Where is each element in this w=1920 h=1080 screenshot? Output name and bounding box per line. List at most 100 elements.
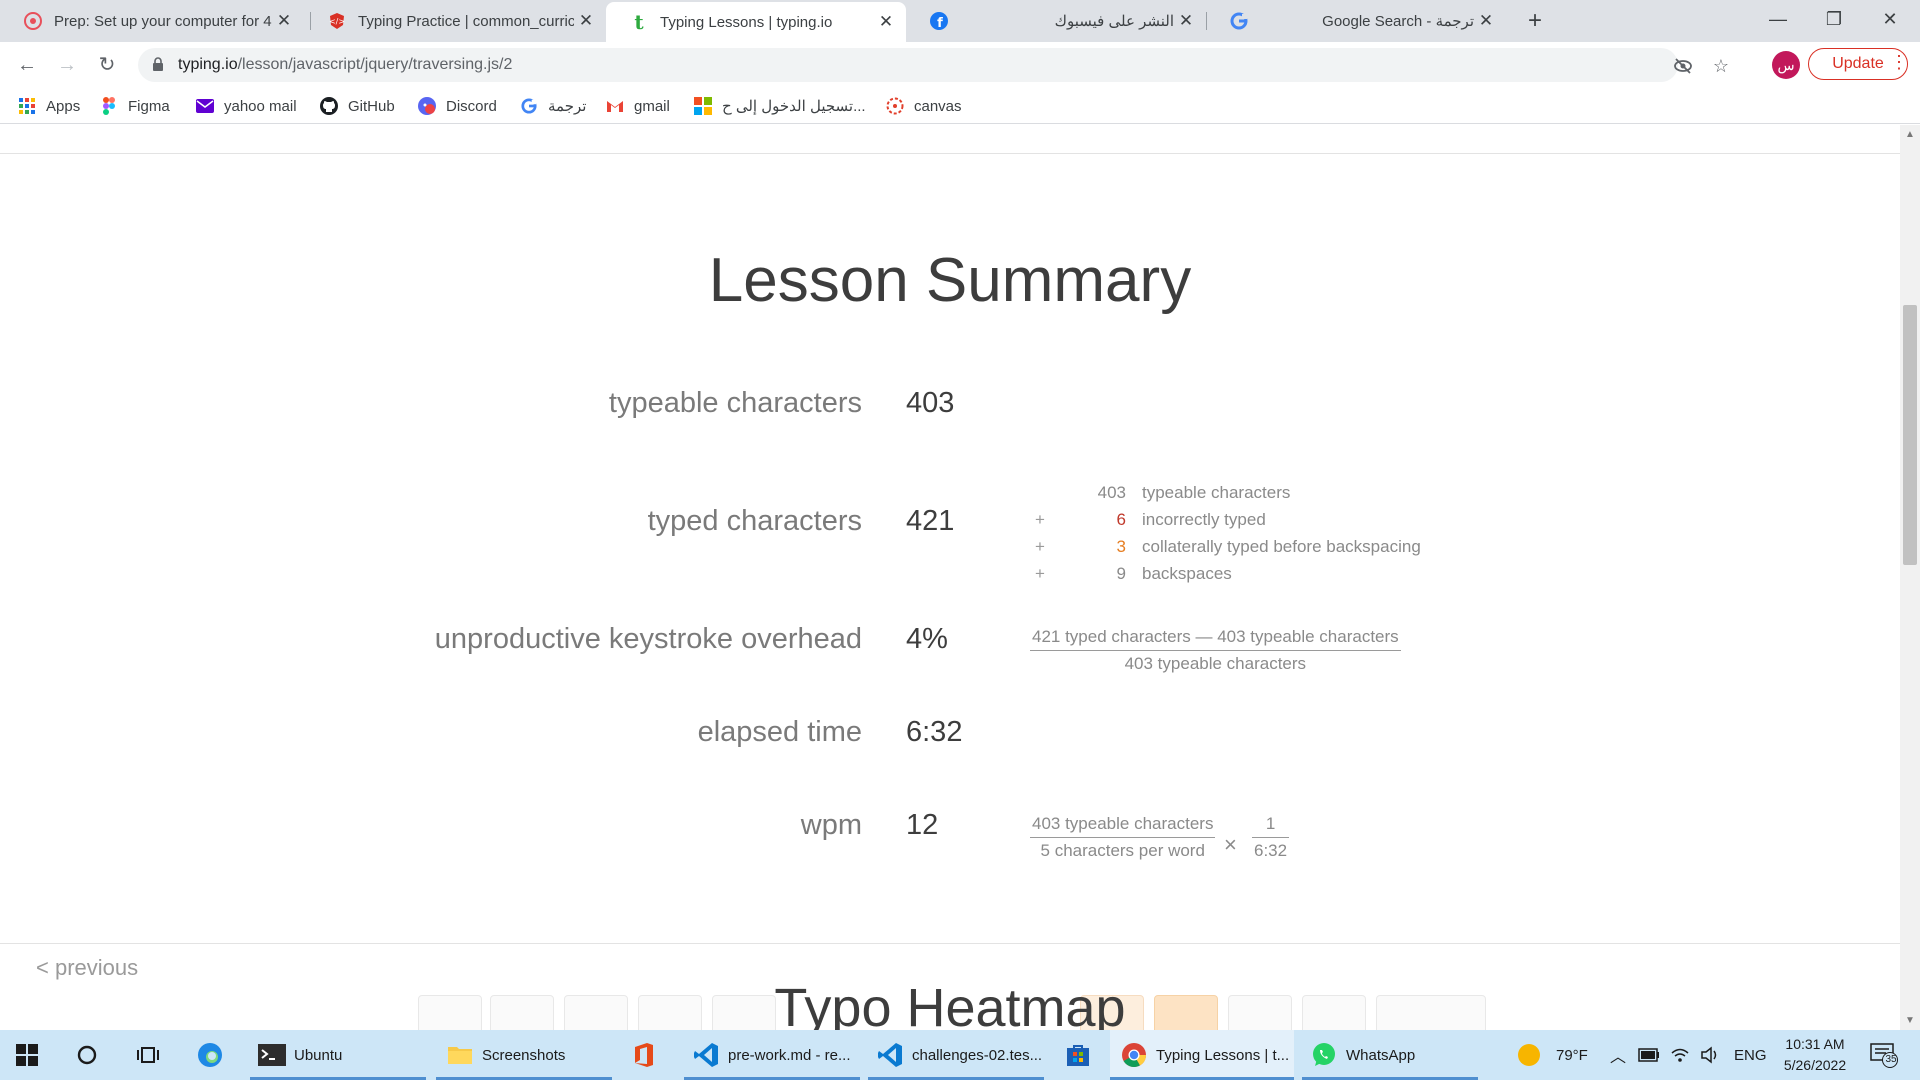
reload-button[interactable]: ↻	[92, 50, 122, 80]
bookmark-microsoft-login[interactable]: تسجيل الدخول إلى ح...	[694, 94, 866, 118]
taskbar-chrome-typing[interactable]: Typing Lessons | t...	[1110, 1030, 1294, 1080]
minimize-button[interactable]: —	[1750, 0, 1806, 42]
close-tab-icon[interactable]: ✕	[874, 12, 898, 32]
bookmark-github[interactable]: GitHub	[320, 94, 395, 118]
clock-time: 10:31 AM	[1785, 1036, 1845, 1052]
taskbar-clock[interactable]: 10:31 AM 5/26/2022	[1770, 1034, 1860, 1076]
tab-title: Google Search - ترجمة	[1322, 13, 1474, 30]
wpm-formula-fraction-2: 1 6:32	[1252, 814, 1290, 861]
notification-center-button[interactable]: 35	[1870, 1030, 1898, 1080]
taskbar-screenshots[interactable]: Screenshots	[436, 1030, 612, 1080]
address-bar[interactable]: typing.io/lesson/javascript/jquery/trave…	[138, 48, 1729, 82]
edge-button[interactable]	[196, 1030, 224, 1080]
store-icon	[1064, 1041, 1092, 1069]
tab-title: Prep: Set up your computer for 4	[54, 12, 272, 30]
close-tab-icon[interactable]: ✕	[1174, 11, 1198, 31]
svg-text:</>: </>	[329, 17, 345, 26]
weather-temp: 79°F	[1556, 1046, 1588, 1064]
typed-characters-label: typed characters	[647, 505, 862, 537]
tab-google-search[interactable]: Google Search - ترجمة ✕	[1206, 0, 1506, 42]
vscode-icon	[692, 1041, 720, 1069]
tab-typing-lessons[interactable]: t Typing Lessons | typing.io ✕	[606, 2, 906, 42]
taskbar-label: WhatsApp	[1346, 1046, 1416, 1064]
bookmark-label: ترجمة	[548, 98, 587, 115]
close-tab-icon[interactable]: ✕	[1474, 11, 1498, 31]
tab-prep[interactable]: Prep: Set up your computer for 4 ✕	[0, 0, 304, 42]
breakdown-number: 403	[1097, 483, 1126, 502]
tray-show-hidden[interactable]: ︿	[1610, 1030, 1626, 1080]
sun-icon	[1518, 1044, 1540, 1066]
taskbar-vscode-prework[interactable]: pre-work.md - re...	[684, 1030, 860, 1080]
microsoft-icon	[694, 97, 712, 115]
menu-icon[interactable]: ⋮	[1890, 52, 1908, 73]
bookmark-canvas[interactable]: canvas	[886, 94, 962, 118]
typed-characters-value: 421	[906, 505, 955, 537]
scroll-down-icon[interactable]: ▼	[1900, 1015, 1920, 1026]
elapsed-time-value: 6:32	[906, 716, 963, 748]
fraction-bar	[1030, 650, 1401, 651]
bookmark-gmail[interactable]: gmail	[606, 94, 670, 118]
times-sign: ×	[1224, 832, 1237, 857]
taskbar-office[interactable]	[630, 1030, 666, 1080]
taskbar-label: Ubuntu	[294, 1046, 343, 1064]
bookmark-translate[interactable]: ترجمة	[520, 94, 586, 118]
close-window-button[interactable]: ✕	[1862, 0, 1918, 42]
fraction-bar	[1030, 837, 1216, 838]
breakdown-row: + 3 collaterally typed before backspacin…	[1030, 537, 1430, 564]
avatar[interactable]: س	[1772, 51, 1800, 79]
scrollbar-thumb[interactable]	[1903, 305, 1917, 565]
weather-widget[interactable]: 79°F	[1516, 1030, 1588, 1080]
tab-title: Typing Practice | common_curricu	[358, 12, 574, 30]
start-button[interactable]	[16, 1030, 38, 1080]
tab-typing-practice[interactable]: </> Typing Practice | common_curricu ✕	[304, 0, 606, 42]
back-button[interactable]: ←	[12, 50, 42, 80]
breakdown-label: incorrectly typed	[1142, 510, 1266, 529]
page-scrollbar[interactable]: ▲ ▼	[1900, 125, 1920, 1030]
tab-facebook[interactable]: f النشر على فيسبوك ✕	[906, 0, 1206, 42]
breakdown-operator: +	[1035, 564, 1045, 583]
bookmark-label: gmail	[634, 97, 670, 115]
restore-button[interactable]: ❐	[1806, 0, 1862, 42]
taskbar-store[interactable]	[1064, 1030, 1100, 1080]
bookmark-yahoo-mail[interactable]: yahoo mail	[196, 94, 297, 118]
forward-button[interactable]: →	[52, 50, 82, 80]
bookmark-apps[interactable]: Apps	[18, 94, 80, 118]
tab-title: Typing Lessons | typing.io	[660, 13, 833, 31]
wpm-label: wpm	[800, 809, 862, 841]
bookmark-label: yahoo mail	[224, 97, 297, 115]
taskbar-label: Screenshots	[482, 1046, 566, 1064]
eye-slash-icon[interactable]	[1672, 56, 1694, 78]
vscode-icon	[876, 1041, 904, 1069]
asana-icon	[24, 12, 42, 30]
close-tab-icon[interactable]: ✕	[574, 11, 598, 31]
url-path: /lesson/javascript/jquery/traversing.js/…	[237, 56, 513, 73]
breakdown-row: + 6 incorrectly typed	[1030, 510, 1430, 537]
breakdown-row: 403 typeable characters	[1030, 483, 1430, 510]
taskbar-label: pre-work.md - re...	[728, 1046, 851, 1064]
search-button[interactable]	[76, 1030, 98, 1080]
task-view-button[interactable]	[136, 1030, 160, 1080]
bookmark-label: تسجيل الدخول إلى ح...	[722, 98, 866, 115]
page-title: Lesson Summary	[708, 246, 1192, 315]
breakdown-number: 6	[1116, 510, 1126, 529]
tray-battery[interactable]	[1638, 1030, 1660, 1080]
breakdown-label: collaterally typed before backspacing	[1142, 537, 1421, 556]
bookmark-figma[interactable]: Figma	[100, 94, 170, 118]
wifi-icon	[1671, 1048, 1689, 1062]
heatmap-title: Typo Heatmap	[774, 978, 1126, 1030]
taskbar-ubuntu[interactable]: Ubuntu	[250, 1030, 426, 1080]
star-icon[interactable]: ☆	[1710, 56, 1732, 78]
close-tab-icon[interactable]: ✕	[272, 11, 296, 31]
tab-strip: Prep: Set up your computer for 4 ✕ </> T…	[0, 0, 1920, 42]
tray-volume[interactable]	[1700, 1030, 1720, 1080]
formula-denominator: 403 typeable characters	[1124, 654, 1307, 673]
tray-wifi[interactable]	[1670, 1030, 1690, 1080]
taskbar-vscode-challenges[interactable]: challenges-02.tes...	[868, 1030, 1044, 1080]
overhead-formula: 421 typed characters — 403 typeable char…	[1030, 627, 1401, 674]
tray-language[interactable]: ENG	[1734, 1030, 1767, 1080]
formula-numerator: 421 typed characters — 403 typeable char…	[1032, 627, 1399, 646]
bookmark-discord[interactable]: Discord	[418, 94, 497, 118]
taskbar-whatsapp[interactable]: WhatsApp	[1302, 1030, 1478, 1080]
scroll-up-icon[interactable]: ▲	[1900, 129, 1920, 140]
new-tab-button[interactable]: +	[1520, 6, 1550, 36]
